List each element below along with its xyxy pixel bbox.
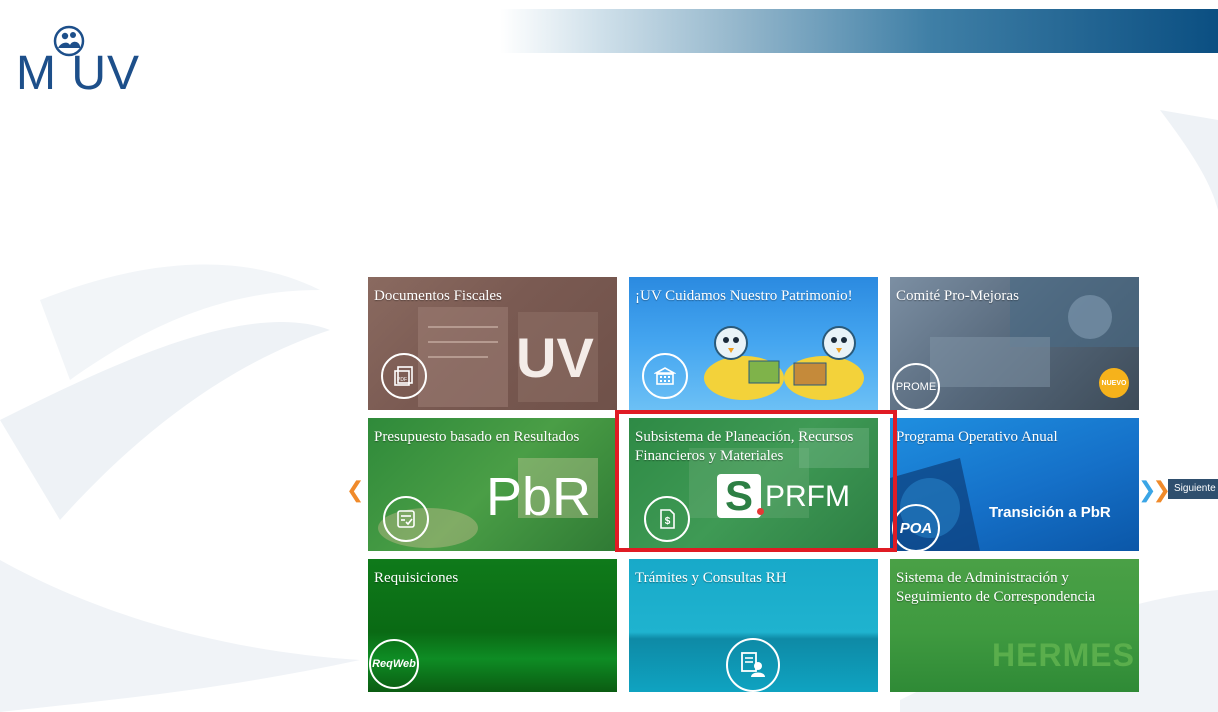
user-document-icon — [726, 638, 780, 692]
tile-badge: PbR — [486, 467, 592, 527]
building-icon — [642, 353, 688, 399]
header-banner — [500, 9, 1218, 53]
tile-title: Sistema de Administración y Seguimiento … — [896, 570, 1096, 605]
tile-sistema-correspondencia[interactable]: Sistema de Administración y Seguimiento … — [890, 559, 1139, 692]
mascots-illustration — [704, 326, 864, 400]
tile-title: Documentos Fiscales — [374, 288, 502, 304]
checklist-icon — [383, 496, 429, 542]
tile-badge: Transición a PbR — [989, 504, 1111, 521]
pdf-glyph: PDF — [394, 366, 413, 386]
svg-text:PDF: PDF — [397, 377, 407, 383]
tile-title: Trámites y Consultas RH — [635, 570, 787, 586]
previous-arrow[interactable]: ❮ — [346, 478, 364, 503]
user-document-glyph — [741, 652, 765, 677]
tile-programa-operativo-anual[interactable]: Programa Operativo Anual Transición a Pb… — [890, 418, 1139, 551]
tile-badge: UV — [516, 326, 594, 389]
money-document-icon: $ — [644, 496, 690, 542]
building-glyph — [654, 367, 676, 385]
tile-badge: HERMES — [992, 637, 1135, 673]
tile-title: Presupuesto basado en Resultados — [374, 429, 580, 445]
tile-title: Requisiciones — [374, 570, 459, 586]
prome-icon: PROME — [892, 363, 940, 410]
tile-documentos-fiscales[interactable]: Documentos Fiscales UV PDF — [368, 277, 617, 410]
checklist-glyph — [397, 510, 415, 528]
tile-title: Subsistema de Planeación, Recursos Finan… — [635, 429, 854, 464]
applications-grid: Documentos Fiscales UV PDF ¡UV Cuidamos … — [368, 277, 1140, 693]
sprfm-logo-s: S — [717, 474, 761, 518]
miuv-logo[interactable]: M UV — [14, 24, 164, 104]
reqweb-icon: ReqWeb — [369, 639, 419, 689]
logo-text: M UV — [16, 47, 140, 100]
tile-subsistema-sprfm[interactable]: Subsistema de Planeación, Recursos Finan… — [629, 418, 878, 551]
tile-tramites-consultas-rh[interactable]: Trámites y Consultas RH — [629, 559, 878, 692]
tile-requisiciones[interactable]: Requisiciones ReqWeb — [368, 559, 617, 692]
tile-title: Programa Operativo Anual — [896, 429, 1058, 445]
pdf-icon: PDF — [381, 353, 427, 399]
tile-title: ¡UV Cuidamos Nuestro Patrimonio! — [635, 288, 853, 304]
sprfm-logo-dot — [757, 508, 764, 515]
tile-uv-cuidamos-patrimonio[interactable]: ¡UV Cuidamos Nuestro Patrimonio! — [629, 277, 878, 410]
poa-icon: POA — [892, 504, 940, 551]
next-arrow[interactable]: ❯❯ — [1138, 478, 1171, 503]
tile-title: Comité Pro-Mejoras — [896, 288, 1019, 304]
next-tooltip: Siguiente — [1168, 479, 1218, 499]
new-badge: NUEVO — [1099, 368, 1129, 398]
money-document-glyph: $ — [660, 509, 675, 529]
svg-text:$: $ — [665, 516, 671, 527]
tile-comite-pro-mejoras[interactable]: Comité Pro-Mejoras PROME NUEVO — [890, 277, 1139, 410]
tile-presupuesto-resultados[interactable]: Presupuesto basado en Resultados PbR — [368, 418, 617, 551]
tile-badge: PRFM — [765, 480, 850, 513]
